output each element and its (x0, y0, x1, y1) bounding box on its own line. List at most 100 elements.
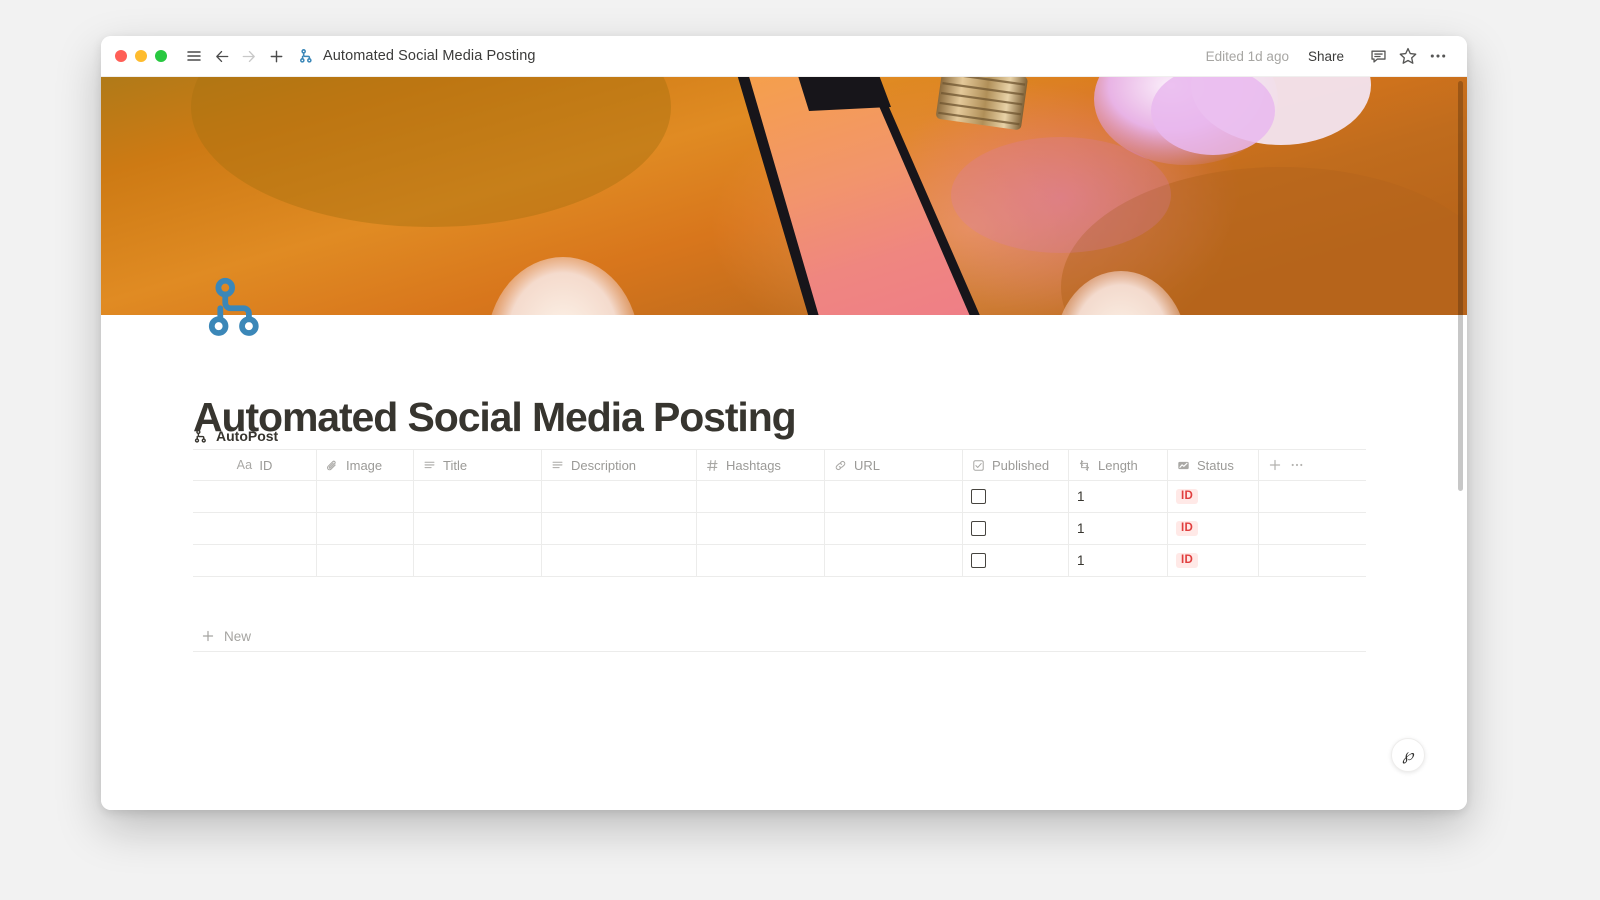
arrow-right-icon[interactable] (235, 43, 261, 69)
page-icon-automation-network-icon[interactable] (206, 275, 272, 341)
new-row-label: New (224, 628, 252, 644)
document-title-chip[interactable]: Automated Social Media Posting (299, 48, 536, 64)
close-window-button[interactable] (115, 50, 127, 62)
column-header-image[interactable]: Image (317, 450, 414, 480)
text-lines-icon (550, 458, 565, 473)
cell-description[interactable] (542, 545, 697, 576)
cell-spacer (1259, 513, 1366, 544)
column-header-label: Published (992, 457, 1050, 473)
cell-published[interactable] (963, 513, 1069, 544)
paperclip-icon (325, 458, 340, 473)
published-checkbox[interactable] (971, 521, 986, 536)
ellipsis-icon[interactable] (1423, 43, 1453, 69)
table-row[interactable]: 1 ID (193, 545, 1366, 577)
cell-spacer (1259, 481, 1366, 512)
column-header-title[interactable]: Title (414, 450, 542, 480)
column-header-status[interactable]: Status (1168, 450, 1259, 480)
published-checkbox[interactable] (971, 553, 986, 568)
column-options-ellipsis-icon[interactable] (1289, 457, 1305, 473)
title-aa-icon: Aa (236, 458, 253, 472)
cell-length[interactable]: 1 (1069, 513, 1168, 544)
page-cover-image[interactable] (101, 77, 1467, 315)
window-titlebar: Automated Social Media Posting Edited 1d… (101, 36, 1467, 77)
database-title-text: AutoPost (216, 428, 279, 444)
column-header-length[interactable]: Length (1069, 450, 1168, 480)
status-badge: ID (1176, 521, 1198, 536)
formula-chart-icon (1176, 458, 1191, 473)
notion-ai-glyph-icon: ℘ (1402, 745, 1414, 764)
star-icon[interactable] (1393, 43, 1423, 69)
column-header-label: Description (571, 457, 637, 473)
page-title[interactable]: Automated Social Media Posting (193, 394, 797, 441)
arrow-left-icon[interactable] (209, 43, 235, 69)
column-header-label: Length (1098, 457, 1138, 473)
cell-published[interactable] (963, 481, 1069, 512)
cell-url[interactable] (825, 481, 963, 512)
cell-status[interactable]: ID (1168, 481, 1259, 512)
hamburger-menu-icon[interactable] (181, 43, 207, 69)
titlebar-right-actions: Edited 1d ago Share (1206, 43, 1453, 69)
maximize-window-button[interactable] (155, 50, 167, 62)
new-row-button[interactable]: New (193, 621, 1366, 652)
add-column-plus-icon[interactable] (1267, 457, 1283, 473)
column-header-id[interactable]: Aa ID (193, 450, 317, 480)
cell-description[interactable] (542, 481, 697, 512)
column-header-label: Title (443, 457, 468, 473)
column-header-label: Image (346, 457, 383, 473)
published-checkbox[interactable] (971, 489, 986, 504)
cell-id[interactable] (193, 513, 317, 544)
link-icon (833, 458, 848, 473)
scrollbar-thumb[interactable] (1458, 81, 1463, 491)
hash-icon (705, 458, 720, 473)
table-row[interactable]: 1 ID (193, 513, 1366, 545)
column-header-published[interactable]: Published (963, 450, 1069, 480)
column-header-label: URL (854, 457, 881, 473)
status-badge: ID (1176, 553, 1198, 568)
column-header-hashtags[interactable]: Hashtags (697, 450, 825, 480)
cell-id[interactable] (193, 545, 317, 576)
document-title-text: Automated Social Media Posting (323, 48, 536, 64)
column-header-label: Hashtags (726, 457, 781, 473)
cell-status[interactable]: ID (1168, 513, 1259, 544)
cell-url[interactable] (825, 545, 963, 576)
table-row[interactable]: 1 ID (193, 481, 1366, 513)
cell-image[interactable] (317, 513, 414, 544)
column-header-actions (1259, 450, 1366, 480)
cell-length[interactable]: 1 (1069, 481, 1168, 512)
plus-icon (201, 629, 215, 643)
cell-spacer (1259, 545, 1366, 576)
column-header-url[interactable]: URL (825, 450, 963, 480)
minimize-window-button[interactable] (135, 50, 147, 62)
cell-description[interactable] (542, 513, 697, 544)
app-window: Automated Social Media Posting Edited 1d… (101, 36, 1467, 810)
checkbox-icon (971, 458, 986, 473)
cell-hashtags[interactable] (697, 481, 825, 512)
notion-ai-help-button[interactable]: ℘ (1391, 738, 1425, 772)
share-button[interactable]: Share (1303, 46, 1349, 67)
traffic-light-group (115, 50, 167, 62)
cell-status[interactable]: ID (1168, 545, 1259, 576)
cell-image[interactable] (317, 481, 414, 512)
cell-hashtags[interactable] (697, 513, 825, 544)
cell-title[interactable] (414, 513, 542, 544)
plus-icon[interactable] (263, 43, 289, 69)
cell-published[interactable] (963, 545, 1069, 576)
cell-hashtags[interactable] (697, 545, 825, 576)
table-header-row: Aa ID Image Title Description Hashtags U… (193, 450, 1366, 481)
text-lines-icon (422, 458, 437, 473)
cell-id[interactable] (193, 481, 317, 512)
automation-network-icon (194, 429, 209, 444)
database-title[interactable]: AutoPost (194, 428, 278, 444)
cell-title[interactable] (414, 545, 542, 576)
cell-url[interactable] (825, 513, 963, 544)
column-header-description[interactable]: Description (542, 450, 697, 480)
comment-bubble-icon[interactable] (1363, 43, 1393, 69)
automation-network-icon (299, 48, 315, 64)
cell-length[interactable]: 1 (1069, 545, 1168, 576)
status-badge: ID (1176, 489, 1198, 504)
cell-image[interactable] (317, 545, 414, 576)
cell-title[interactable] (414, 481, 542, 512)
column-header-label: ID (259, 457, 273, 473)
database-table: Aa ID Image Title Description Hashtags U… (193, 449, 1366, 577)
page-scrollbar[interactable] (1457, 77, 1464, 810)
